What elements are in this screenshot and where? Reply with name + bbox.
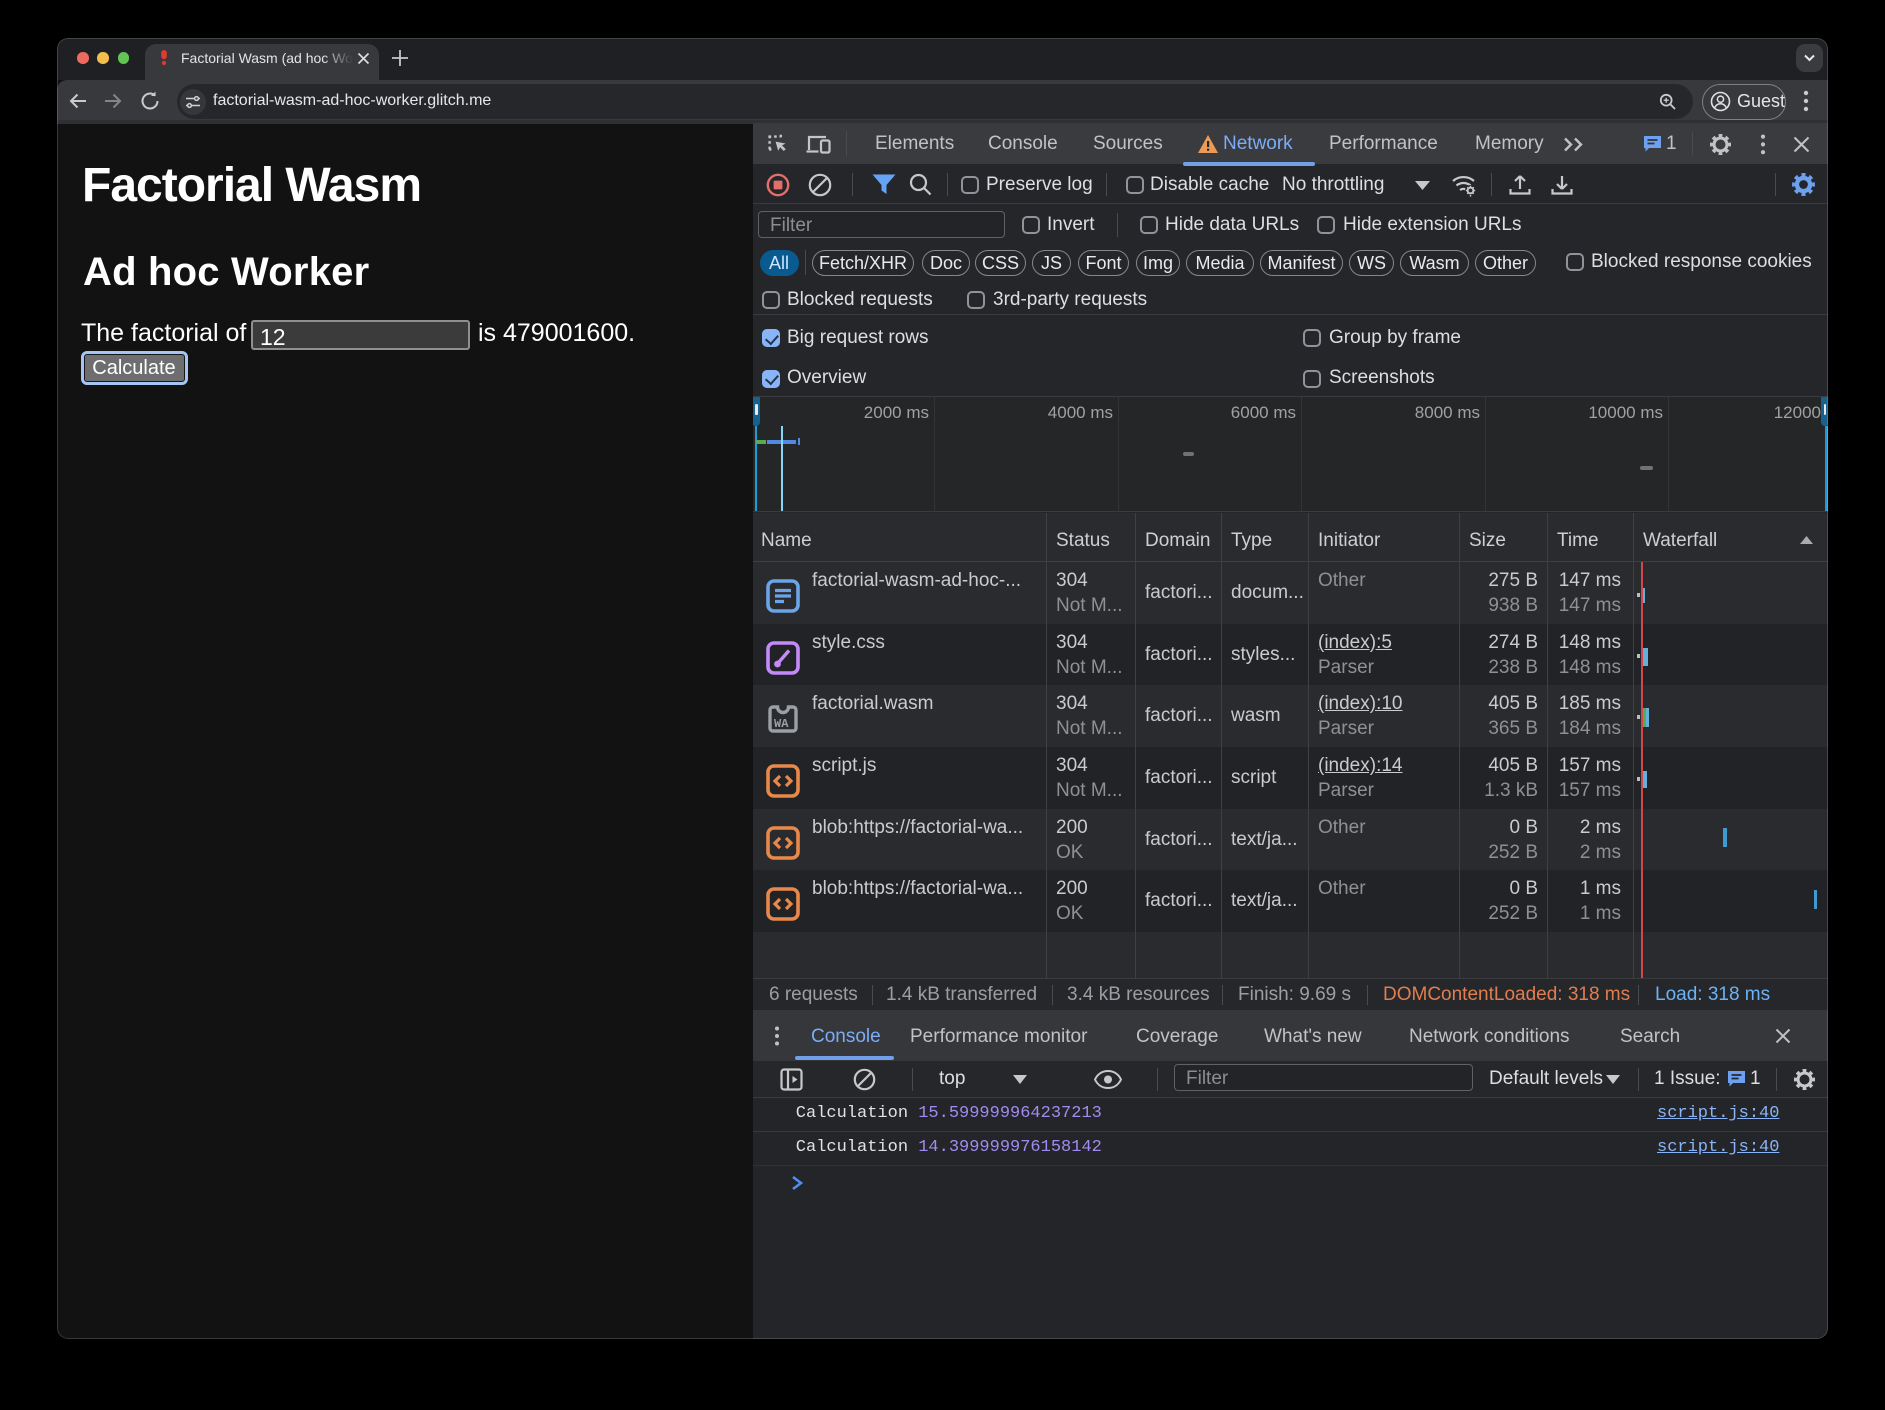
svg-text:WA: WA: [774, 717, 789, 731]
